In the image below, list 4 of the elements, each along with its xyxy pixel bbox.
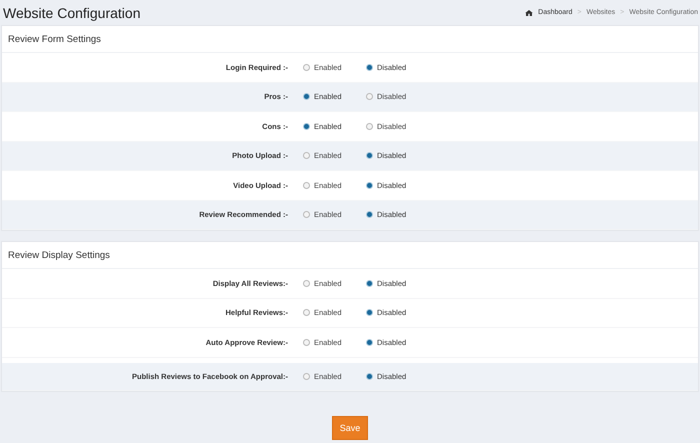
panel-title: Review Display Settings — [8, 250, 110, 260]
dashboard-icon — [525, 10, 534, 16]
panel-title: Review Form Settings — [8, 34, 101, 44]
page-title: Website Configuration — [3, 4, 140, 20]
